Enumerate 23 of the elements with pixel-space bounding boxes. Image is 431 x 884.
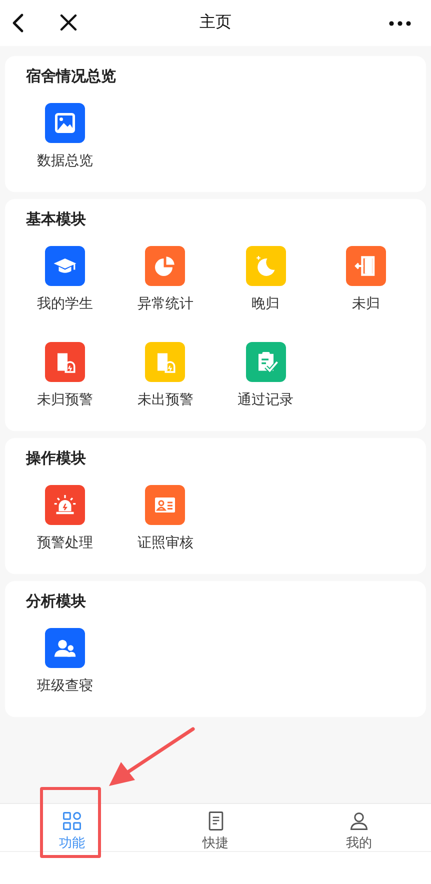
person-icon — [348, 810, 370, 832]
section-title: 宿舍情况总览 — [25, 67, 117, 87]
tab[interactable]: 快捷 — [144, 804, 288, 851]
section-title: 分析模块 — [24, 592, 87, 612]
module-item[interactable]: 数据总览 — [15, 103, 116, 170]
module-item[interactable]: 预警处理 — [15, 485, 116, 552]
module-item[interactable]: 班级查寝 — [15, 628, 116, 695]
module-item[interactable]: 通过记录 — [216, 342, 316, 409]
grid-icon — [60, 810, 83, 832]
module-item[interactable]: 证照审核 — [115, 485, 216, 552]
module-item[interactable]: 未出预警 — [115, 342, 216, 409]
more-icon[interactable] — [389, 21, 411, 26]
module-item[interactable]: 晚归 — [216, 246, 316, 313]
module-item[interactable]: 未归预警 — [15, 342, 116, 409]
close-icon[interactable] — [60, 14, 77, 31]
module-item[interactable]: 未归 — [316, 246, 416, 313]
highlight-frame — [40, 787, 101, 858]
tab[interactable]: 我的 — [287, 804, 431, 851]
module-item[interactable]: 异常统计 — [115, 246, 216, 313]
section-title: 操作模块 — [24, 449, 87, 469]
module-item[interactable]: 我的学生 — [15, 246, 116, 313]
section-title: 基本模块 — [25, 210, 87, 230]
page-title: 主页 — [200, 12, 232, 33]
